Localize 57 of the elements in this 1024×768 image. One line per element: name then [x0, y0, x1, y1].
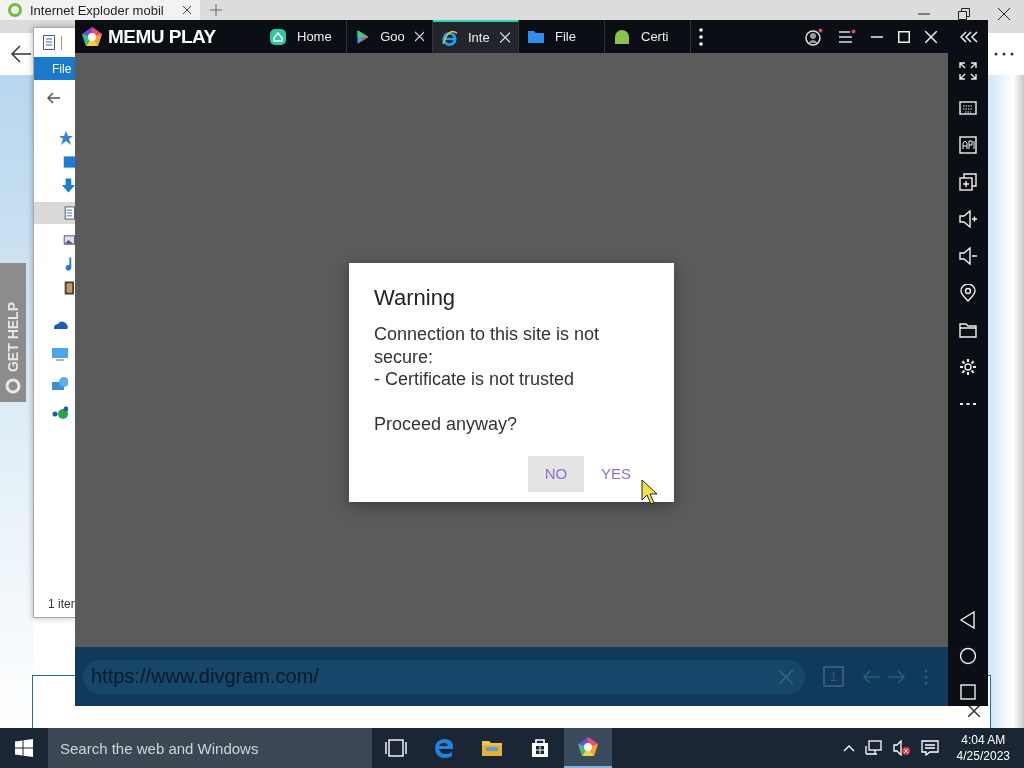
keyboard-icon[interactable]	[959, 99, 977, 117]
location-pin-icon[interactable]	[959, 284, 977, 302]
share-icon[interactable]	[52, 406, 68, 422]
emulator-tab[interactable]: Inte	[433, 20, 519, 53]
collapse-arrows-icon[interactable]	[960, 30, 978, 43]
taskbar-app[interactable]	[564, 728, 612, 768]
back-arrow-icon[interactable]	[47, 92, 60, 104]
home-icon	[269, 27, 287, 46]
dialog-title: Warning	[374, 285, 457, 311]
robot-icon	[613, 27, 631, 46]
star-icon[interactable]	[58, 130, 74, 146]
document-icon	[43, 35, 55, 50]
clock-time: 4:04 AM	[961, 732, 1006, 748]
pentagon-logo-icon	[577, 736, 599, 758]
home-circle-icon[interactable]	[959, 647, 977, 665]
edge-logo-icon	[433, 737, 455, 759]
pentagon-logo-icon	[81, 25, 103, 48]
more-vertical-icon[interactable]	[699, 27, 703, 46]
plus-icon[interactable]	[210, 4, 222, 16]
search-field[interactable]: Search the web and Windows	[48, 728, 372, 768]
shopping-bag-icon	[529, 737, 551, 759]
lifebuoy-icon	[5, 378, 21, 394]
task-view-icon	[385, 737, 407, 759]
ring-icon	[8, 3, 22, 17]
volume-down-icon[interactable]	[959, 247, 977, 265]
notification-icon[interactable]	[920, 740, 939, 756]
windows-logo-icon[interactable]	[15, 739, 33, 757]
status-text: 1 iter	[47, 597, 75, 613]
dialog-button[interactable]: YES	[588, 455, 644, 492]
monitor-icon[interactable]	[52, 346, 68, 362]
close-icon[interactable]	[968, 705, 980, 717]
muted-speaker-icon[interactable]	[892, 740, 911, 756]
down-arrow-icon[interactable]	[60, 178, 75, 194]
fullscreen-icon[interactable]	[959, 62, 977, 80]
back-triangle-icon[interactable]	[959, 611, 977, 629]
browser-tab[interactable]: Internet Exploder mobil	[0, 0, 200, 20]
globe-icon	[441, 28, 458, 47]
menu-icon[interactable]	[838, 28, 856, 45]
dialog-message: Connection to this site is not secure: - Certificate is not trusted Proceed anyway?	[374, 323, 601, 436]
maximize-icon[interactable]	[898, 30, 910, 43]
user-icon[interactable]	[805, 27, 823, 46]
cursor-icon	[641, 479, 659, 505]
volume-up-icon[interactable]	[959, 210, 977, 228]
close-icon[interactable]	[182, 5, 192, 15]
restore-icon[interactable]	[958, 8, 970, 20]
square-icon[interactable]	[959, 683, 977, 701]
close-icon[interactable]	[998, 8, 1010, 20]
more-icon[interactable]	[994, 52, 1014, 56]
chevron-up-icon[interactable]	[842, 744, 855, 752]
app-logo-text: MEMU PLAY	[108, 25, 216, 48]
multi-window-icon[interactable]	[959, 173, 977, 191]
back-arrow-icon[interactable]	[10, 45, 32, 63]
folder-icon[interactable]	[959, 321, 977, 339]
apk-icon[interactable]	[959, 136, 977, 154]
settings-icon[interactable]	[959, 358, 977, 376]
network-icon[interactable]	[864, 740, 883, 756]
clock-date: 4/25/2023	[956, 748, 1010, 764]
